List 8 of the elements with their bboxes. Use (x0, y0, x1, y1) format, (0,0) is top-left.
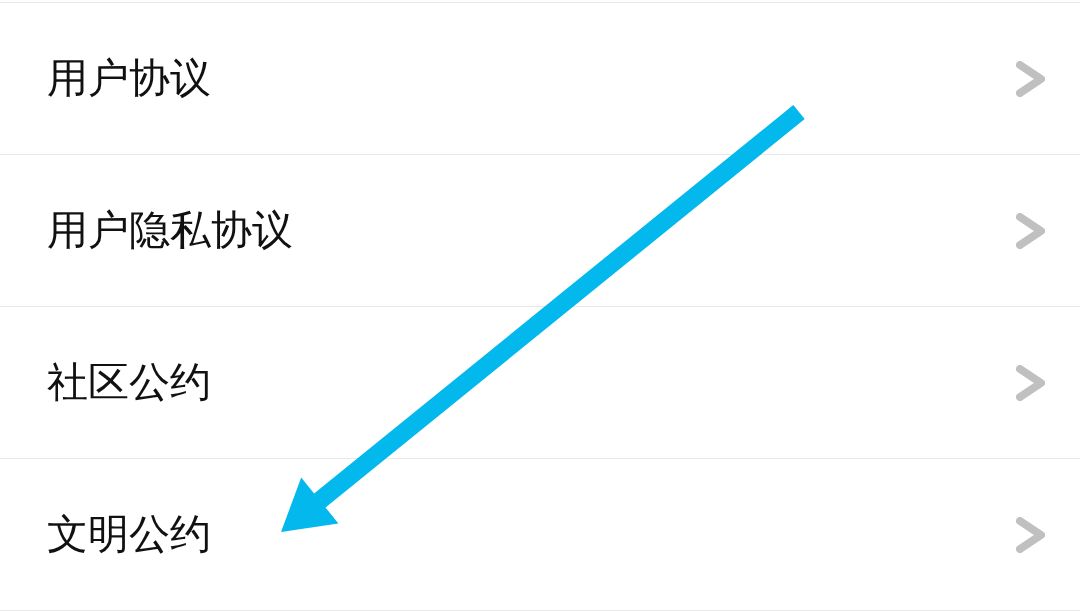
row-label: 用户隐私协议 (47, 210, 293, 251)
chevron-right-icon (1016, 60, 1045, 97)
chevron-right-icon (1016, 516, 1045, 553)
row-label: 用户协议 (47, 58, 211, 99)
row-label: 文明公约 (47, 514, 211, 555)
chevron-right-icon (1016, 364, 1045, 401)
row-label: 社区公约 (47, 362, 211, 403)
chevron-right-icon (1016, 212, 1045, 249)
